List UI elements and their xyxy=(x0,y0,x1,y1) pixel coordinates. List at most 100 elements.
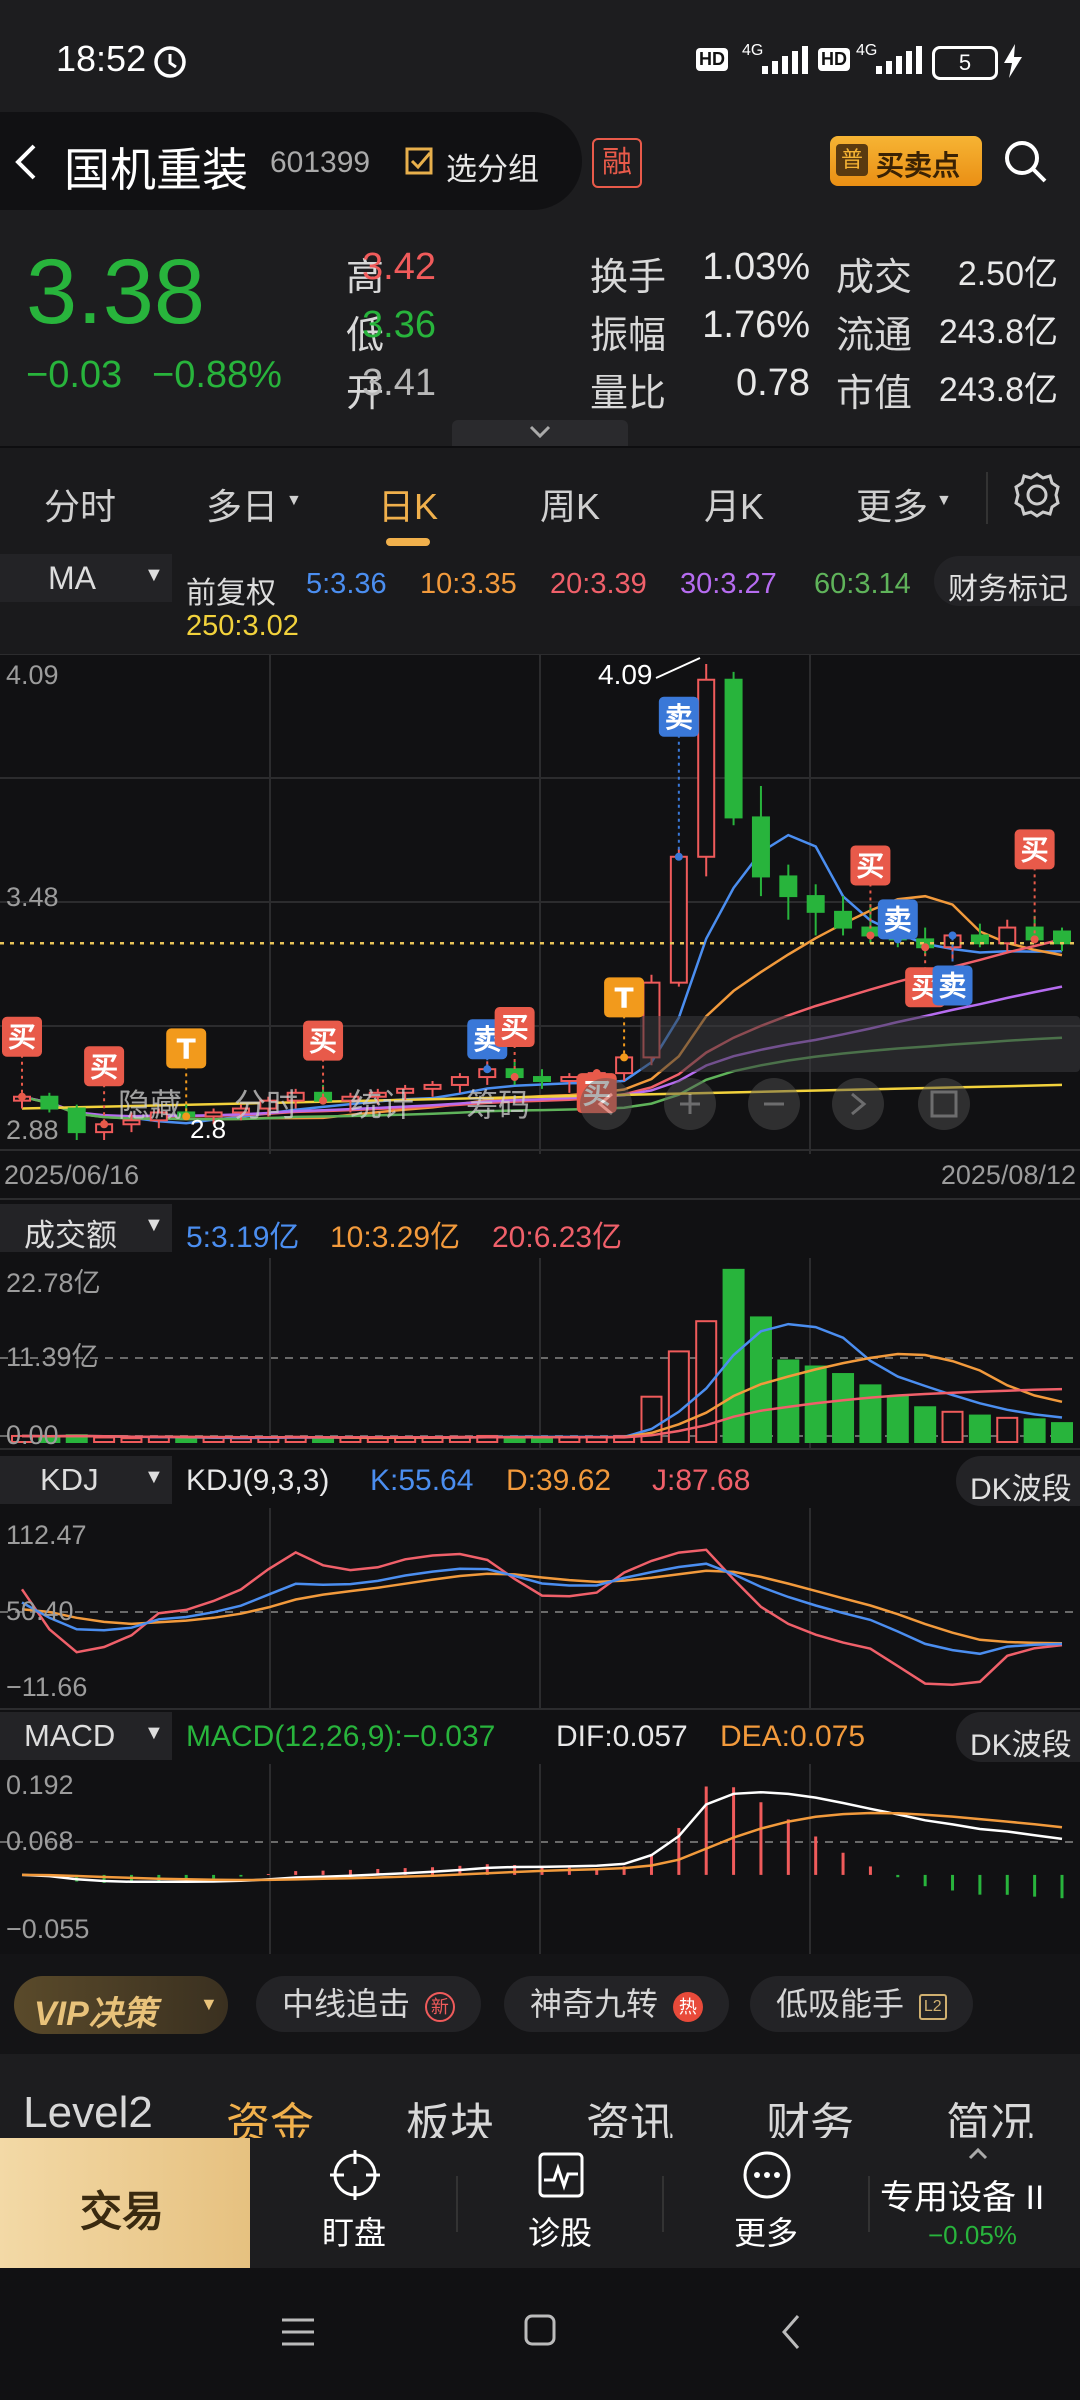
macd-dk-label: DK波段 xyxy=(970,1729,1072,1762)
candle-body xyxy=(669,855,688,984)
search-icon[interactable] xyxy=(1002,138,1048,184)
candle-body xyxy=(67,1107,86,1134)
back-icon[interactable] xyxy=(12,142,42,182)
ma-header: MA ▼ 前复权 5:3.36 10:3.35 20:3.39 30:3.27 … xyxy=(0,548,1080,654)
stock-name: 国机重装 xyxy=(64,144,248,196)
caret-down-icon: ▼ xyxy=(144,564,164,586)
finance-tag-button[interactable]: 财务标记 xyxy=(934,556,1080,606)
adjust-mode[interactable]: 前复权 xyxy=(186,568,276,612)
volume-bar xyxy=(175,1437,198,1444)
ma-selector-label: MA xyxy=(48,560,96,596)
caret-down-icon: ▼ xyxy=(144,1214,164,1236)
buy-sell-point-button[interactable]: 普 买卖点 xyxy=(830,136,982,186)
axis-price-top: 4.09 xyxy=(6,660,59,690)
time-share-button[interactable]: 分时 xyxy=(234,1087,298,1123)
fullscreen-icon[interactable] xyxy=(918,1078,970,1130)
quote-value: 1.03% xyxy=(702,246,810,288)
vol-ma5: 5:3.19亿 xyxy=(186,1221,300,1254)
watch-button[interactable]: 盯盘 xyxy=(280,2138,428,2268)
macd-selector-label: MACD xyxy=(24,1718,116,1753)
hide-button[interactable]: 隐藏 xyxy=(118,1087,182,1123)
more-dots-icon xyxy=(743,2151,791,2199)
kline-chart[interactable]: 4.09 3.48 2.88 4.09 2.8 买买T买卖买买T卖买卖买卖买 隐… xyxy=(0,654,1080,1154)
caret-down-icon: ▼ xyxy=(200,1994,218,2014)
trade-button[interactable]: 交易 xyxy=(0,2138,250,2268)
chips-button[interactable]: 筹码 xyxy=(466,1087,530,1123)
index-ticker[interactable]: 专用设备 II −0.05% xyxy=(872,2138,1080,2268)
ma5-value: 5:3.36 xyxy=(306,568,387,600)
chevron-down-icon xyxy=(529,425,551,439)
stats-button[interactable]: 统计 xyxy=(350,1087,414,1123)
period-tab[interactable]: 分时 xyxy=(44,478,116,530)
period-tab[interactable]: 日K xyxy=(378,478,438,530)
macd-selector[interactable]: MACD ▼ xyxy=(0,1712,172,1760)
candle-body xyxy=(533,1076,551,1082)
signal-dot xyxy=(948,931,957,940)
period-tab[interactable]: 多日 xyxy=(206,478,278,530)
info-tab[interactable]: Level2 xyxy=(23,2088,153,2138)
macd-axis-top: 0.192 xyxy=(6,1770,74,1800)
chip-low-buy[interactable]: 低吸能手 L2 xyxy=(750,1976,973,2032)
quote-value: 3.42 xyxy=(362,246,436,288)
peak-label-leader xyxy=(655,657,701,679)
volume-selector-label: 成交额 xyxy=(24,1218,117,1253)
volume-bar xyxy=(832,1373,855,1443)
info-tab[interactable]: 简况 xyxy=(946,2088,1034,2138)
ma-selector[interactable]: MA ▼ xyxy=(0,554,172,602)
candle-body xyxy=(998,926,1017,945)
bottom-toolbar: 交易 盯盘 诊股 更多 专用设备 II −0.05% xyxy=(0,2138,1080,2268)
info-tab[interactable]: 资金 xyxy=(226,2088,314,2138)
chip-magic-nine[interactable]: 神奇九转 热 xyxy=(504,1976,729,2032)
chevron-up-icon xyxy=(968,2148,988,2160)
kdj-j: J:87.68 xyxy=(652,1464,751,1497)
signal-dot xyxy=(921,943,930,952)
select-group-button[interactable]: 选分组 xyxy=(446,144,539,189)
info-tab[interactable]: 板块 xyxy=(406,2088,494,2138)
vip-label: VIP决策 xyxy=(34,1995,157,2033)
l2-badge: L2 xyxy=(918,1993,947,2020)
date-start: 2025/06/16 xyxy=(4,1160,140,1190)
prev-icon[interactable] xyxy=(580,1078,632,1130)
quote-key: 市值 xyxy=(836,373,913,415)
home-icon[interactable] xyxy=(522,2312,558,2348)
kdj-dk-button[interactable]: DK波段 xyxy=(956,1456,1080,1506)
kdj-selector[interactable]: KDJ ▼ xyxy=(0,1456,172,1504)
signal-icon-1 xyxy=(762,46,808,74)
vol-axis-mid: 11.39亿 xyxy=(6,1342,99,1372)
signal-icon-2 xyxy=(876,46,922,74)
macd-dea: DEA:0.075 xyxy=(720,1720,866,1753)
info-tab[interactable]: 财务 xyxy=(766,2088,854,2138)
new-badge: 新 xyxy=(424,1991,455,2022)
macd-dk-button[interactable]: DK波段 xyxy=(956,1712,1080,1762)
macd-chart[interactable]: 0.192 0.068 −0.055 xyxy=(0,1764,1080,1954)
candle-body xyxy=(697,678,716,858)
target-icon xyxy=(330,2150,380,2200)
vol-ma10: 10:3.29亿 xyxy=(330,1221,461,1254)
chip-mid-chase[interactable]: 中线追击 新 xyxy=(256,1976,481,2032)
chart-area: MA ▼ 前复权 5:3.36 10:3.35 20:3.39 30:3.27 … xyxy=(0,548,1080,1954)
settings-gear-icon[interactable] xyxy=(1012,470,1062,520)
volume-chart[interactable]: 22.78亿 11.39亿 0.00 xyxy=(0,1258,1080,1448)
quote-key: 成交 xyxy=(836,257,913,299)
period-tab[interactable]: 月K xyxy=(704,478,764,530)
expand-toggle[interactable] xyxy=(452,420,628,446)
back-nav-icon[interactable] xyxy=(776,2312,806,2352)
info-tab[interactable]: 资讯 xyxy=(586,2088,674,2138)
signal-dot xyxy=(866,931,875,940)
signal-dot xyxy=(893,935,902,944)
more-button[interactable]: 更多 xyxy=(692,2138,840,2268)
diagnose-button[interactable]: 诊股 xyxy=(486,2138,634,2268)
kdj-selector-label: KDJ xyxy=(40,1462,99,1497)
quote-key: 流通 xyxy=(836,315,913,357)
volume-selector[interactable]: 成交额 ▼ xyxy=(0,1204,172,1253)
vip-decision-button[interactable]: VIP决策 ▼ xyxy=(14,1976,228,2034)
next-icon[interactable] xyxy=(832,1078,884,1130)
menu-icon[interactable] xyxy=(278,2314,318,2350)
candle-body xyxy=(724,678,743,819)
signal-buy-label: 买 xyxy=(309,1025,337,1058)
kdj-chart[interactable]: 112.47 50.40 −11.66 xyxy=(0,1508,1080,1708)
period-tab[interactable]: 更多 xyxy=(856,478,928,530)
period-tab[interactable]: 周K xyxy=(540,478,600,530)
signal-buy-label: 买 xyxy=(501,1011,529,1044)
ma30-value: 30:3.27 xyxy=(680,568,777,600)
